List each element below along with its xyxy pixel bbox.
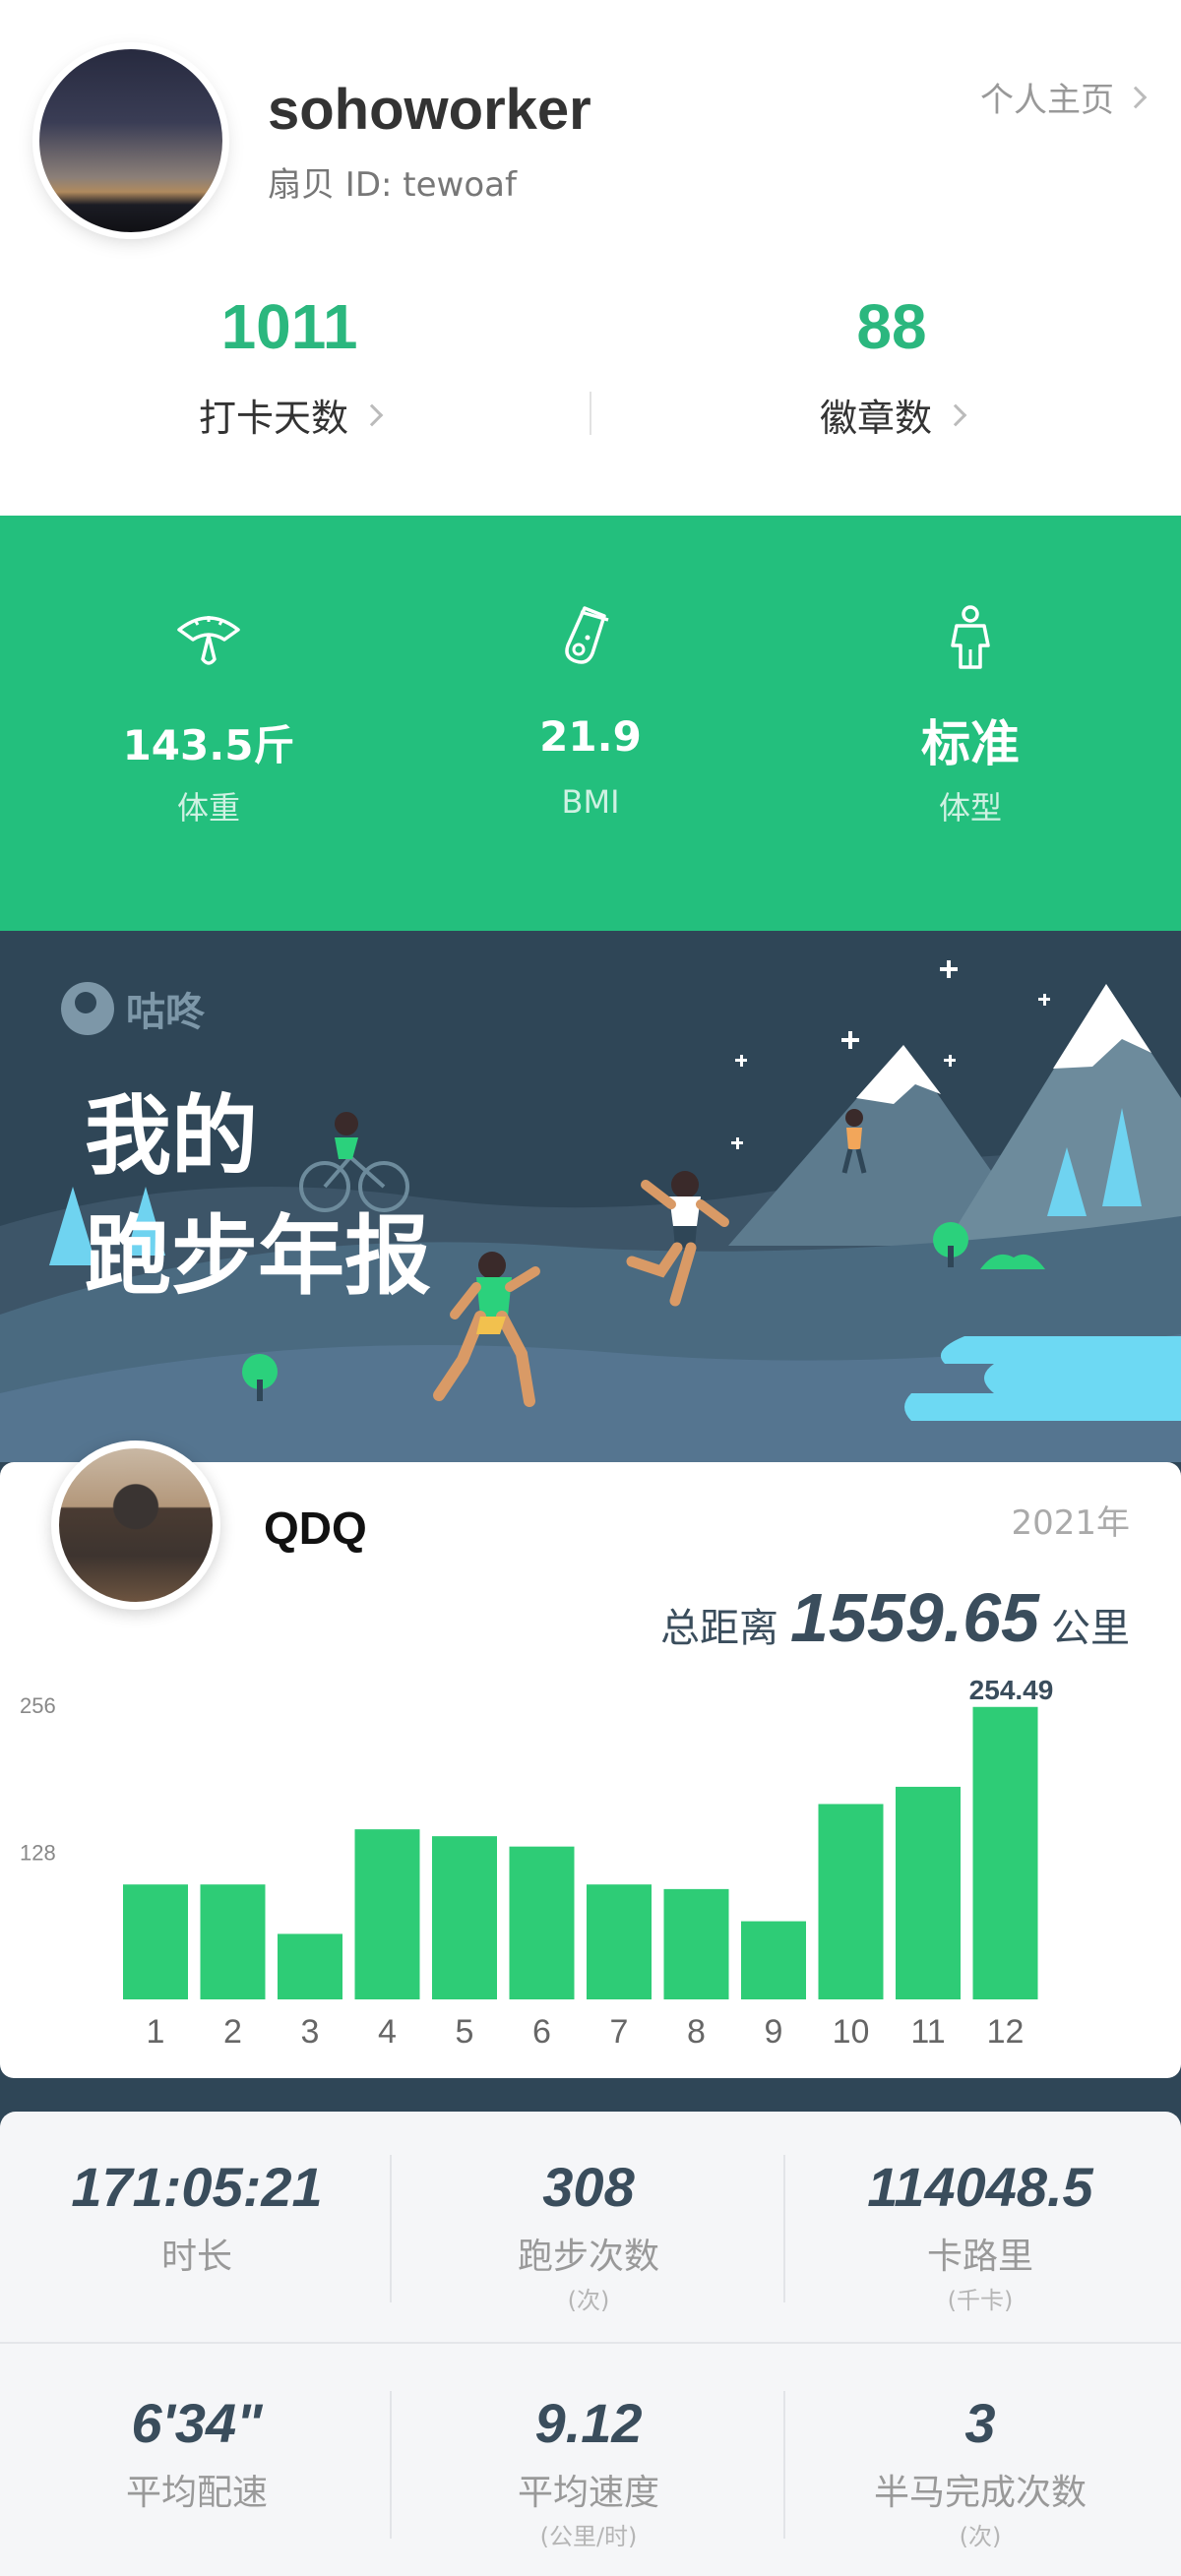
- bar-month-8: [663, 1888, 729, 1999]
- x-tick-label: 2: [223, 2013, 242, 2051]
- bar-month-12: [972, 1706, 1038, 1999]
- body-type-label: 体型: [938, 789, 1002, 827]
- calories-stat: 114048.5 卡路里 (千卡): [783, 2112, 1177, 2338]
- x-tick-label: 3: [301, 2013, 320, 2051]
- chevron-right-icon: [944, 403, 967, 426]
- running-report-banner[interactable]: 咕咚 我的 跑步年报: [0, 931, 1181, 1482]
- bar-month-5: [432, 1836, 497, 1999]
- calories-value: 114048.5: [867, 2156, 1093, 2218]
- body-metrics-panel: 143.5斤 体重 21.9 BMI 标准 体型: [0, 516, 1181, 931]
- y-tick-label: 256: [20, 1693, 56, 1718]
- test-tube-icon: [565, 606, 609, 664]
- y-tick-label: 128: [20, 1841, 56, 1866]
- badges-stat[interactable]: 88 徽章数: [695, 295, 1088, 442]
- run-count-stat: 308 跑步次数 (次): [392, 2112, 785, 2338]
- scale-icon: [177, 616, 240, 665]
- weight-value: 143.5斤: [122, 721, 295, 769]
- half-marathon-value: 3: [964, 2392, 996, 2454]
- run-count-label: 跑步次数: [517, 2237, 659, 2277]
- chevron-right-icon: [360, 403, 384, 426]
- body-type-value: 标准: [921, 715, 1020, 772]
- avg-speed-value: 9.12: [534, 2392, 643, 2454]
- monthly-distance-chart: 1282561 2 3 4 5 6 7 8 9 10 11 12254.49: [20, 1675, 1054, 2051]
- x-tick-label: 5: [456, 2013, 474, 2051]
- summary-row: 6'34" 平均配速 9.12 平均速度 (公里/时) 3 半马完成次数 (次): [0, 2348, 1181, 2574]
- brand-name: 咕咚: [126, 990, 205, 1035]
- run-count-value: 308: [542, 2156, 635, 2218]
- user-avatar[interactable]: [39, 49, 222, 232]
- calories-unit: (千卡): [947, 2287, 1014, 2314]
- brand-logo: 咕咚: [61, 980, 205, 1037]
- avg-pace-label: 平均配速: [125, 2473, 268, 2513]
- calories-label: 卡路里: [926, 2237, 1033, 2277]
- half-marathon-unit: (次): [959, 2523, 1002, 2550]
- row-divider: [0, 2342, 1181, 2344]
- x-tick-label: 11: [910, 2013, 945, 2051]
- username: sohoworker: [268, 78, 591, 142]
- badges-value: 88: [856, 291, 927, 362]
- bmi-label: BMI: [561, 783, 620, 821]
- x-tick-label: 10: [833, 2013, 870, 2051]
- user-id: 扇贝 ID: tewoaf: [268, 165, 517, 205]
- half-marathon-stat: 3 半马完成次数 (次): [783, 2348, 1177, 2574]
- bmi-metric[interactable]: 21.9 BMI: [394, 516, 787, 931]
- profile-home-label: 个人主页: [980, 81, 1114, 120]
- avg-pace-value: 6'34": [131, 2392, 263, 2454]
- avg-speed-stat: 9.12 平均速度 (公里/时): [392, 2348, 785, 2574]
- profile-header: sohoworker 扇贝 ID: tewoaf 个人主页 1011 打卡天数 …: [0, 0, 1181, 516]
- bar-month-2: [200, 1884, 266, 1999]
- bar-month-7: [587, 1884, 652, 1999]
- half-marathon-label: 半马完成次数: [873, 2473, 1087, 2513]
- banner-title: 我的 跑步年报: [85, 1076, 431, 1317]
- stat-divider: [590, 392, 591, 435]
- bar-month-3: [278, 1933, 342, 1999]
- banner-title-line2: 跑步年报: [85, 1205, 432, 1307]
- x-tick-label: 6: [532, 2013, 551, 2051]
- report-card: QDQ 2021年 总距离 1559.65 公里 128 256 1 2 3 4 5 6 7 8 9…: [0, 1441, 1181, 2078]
- badges-label: 徽章数: [819, 397, 932, 440]
- bar-month-10: [818, 1804, 884, 1999]
- bmi-value: 21.9: [539, 712, 642, 761]
- report-section: QDQ 2021年 总距离 1559.65 公里 128 256 1 2 3 4 5 6 7 8 9…: [0, 1441, 1181, 2576]
- bar-month-9: [741, 1921, 806, 1999]
- x-tick-label: 12: [987, 2013, 1025, 2051]
- run-count-unit: (次): [567, 2287, 610, 2314]
- bar-data-label: 254.49: [969, 1675, 1054, 1705]
- summary-stats-grid: 171:05:21 时长 308 跑步次数 (次) 114048.5 卡路里 (…: [0, 2112, 1181, 2576]
- avg-speed-label: 平均速度: [517, 2473, 659, 2513]
- body-figure-icon: [951, 605, 990, 669]
- bar-month-6: [509, 1846, 575, 1999]
- weight-metric[interactable]: 143.5斤 体重: [12, 516, 405, 931]
- avg-speed-unit: (公里/时): [539, 2523, 638, 2550]
- x-tick-label: 7: [610, 2013, 629, 2051]
- bar-month-1: [123, 1884, 188, 1999]
- summary-row: 171:05:21 时长 308 跑步次数 (次) 114048.5 卡路里 (…: [0, 2112, 1181, 2338]
- checkin-days-label: 打卡天数: [198, 397, 348, 440]
- x-tick-label: 1: [147, 2013, 165, 2051]
- x-tick-label: 8: [687, 2013, 706, 2051]
- bar-month-4: [354, 1829, 420, 1999]
- profile-home-link[interactable]: 个人主页: [980, 73, 1148, 121]
- x-tick-label: 4: [378, 2013, 397, 2051]
- duration-label: 时长: [160, 2237, 232, 2277]
- x-tick-label: 9: [765, 2013, 783, 2051]
- brand-icon: [61, 982, 114, 1035]
- body-type-metric[interactable]: 标准 体型: [774, 516, 1167, 931]
- duration-value: 171:05:21: [71, 2156, 323, 2218]
- duration-stat: 171:05:21 时长: [0, 2112, 394, 2338]
- banner-title-line1: 我的: [85, 1085, 259, 1187]
- weight-label: 体重: [176, 789, 240, 827]
- avg-pace-stat: 6'34" 平均配速: [0, 2348, 394, 2574]
- bar-month-11: [896, 1786, 961, 1999]
- checkin-days-stat[interactable]: 1011 打卡天数: [93, 295, 486, 442]
- chevron-right-icon: [1124, 86, 1148, 108]
- checkin-days-value: 1011: [220, 291, 358, 362]
